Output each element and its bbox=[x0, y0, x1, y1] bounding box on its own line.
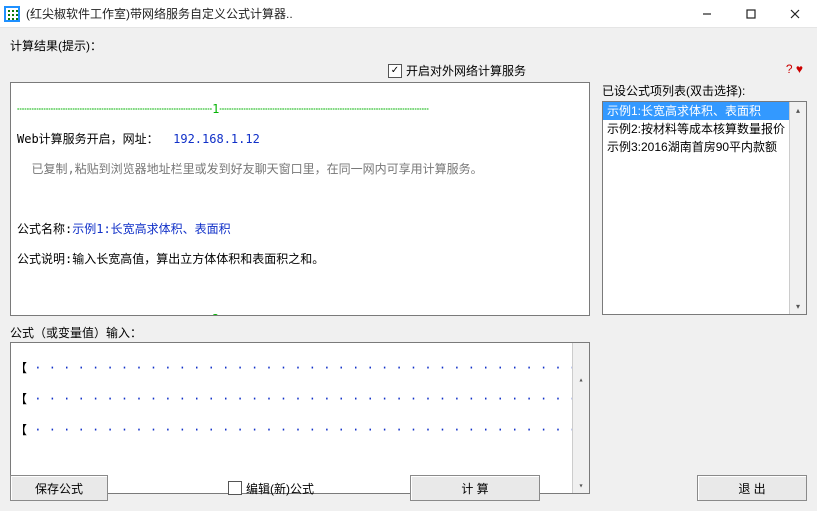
close-button[interactable] bbox=[773, 0, 817, 28]
results-section-label: 计算结果(提示)： bbox=[10, 37, 102, 54]
edit-new-formula-checkbox[interactable]: 编辑(新)公式 bbox=[228, 480, 314, 497]
list-item[interactable]: 示例1:长宽高求体积、表面积 bbox=[603, 102, 806, 120]
results-panel: ┄┄┄┄┄┄┄┄┄┄┄┄┄┄┄┄┄┄┄┄┄┄┄┄┄┄┄1┄┄┄┄┄┄┄┄┄┄┄┄… bbox=[10, 82, 590, 316]
minimize-button[interactable] bbox=[685, 0, 729, 28]
input-row: 【 · · · · · · · · · · · · · · · · · · · … bbox=[15, 421, 585, 438]
formula-list-label: 已设公式项列表(双击选择): bbox=[602, 82, 807, 99]
input-row: 【 · · · · · · · · · · · · · · · · · · · … bbox=[15, 359, 585, 376]
formula-input[interactable]: 【 · · · · · · · · · · · · · · · · · · · … bbox=[10, 342, 590, 494]
blank-line bbox=[17, 191, 583, 207]
help-indicator[interactable]: ? ♥ bbox=[786, 62, 803, 76]
input-scrollbar[interactable]: ▴ ▾ bbox=[572, 343, 589, 493]
window-title: (红尖椒软件工作室)带网络服务自定义公式计算器.. bbox=[26, 5, 685, 22]
network-checkbox-label: 开启对外网络计算服务 bbox=[406, 62, 526, 79]
formula-name-line: 公式名称:示例1:长宽高求体积、表面积 bbox=[17, 221, 583, 237]
button-bar: 保存公式 编辑(新)公式 计 算 退 出 bbox=[10, 473, 807, 503]
divider-1: ┄┄┄┄┄┄┄┄┄┄┄┄┄┄┄┄┄┄┄┄┄┄┄┄┄┄┄1┄┄┄┄┄┄┄┄┄┄┄┄… bbox=[17, 101, 583, 117]
list-item[interactable]: 示例3:2016湖南首房90平内款额 bbox=[603, 138, 806, 156]
listbox-scrollbar[interactable]: ▴ ▾ bbox=[789, 102, 806, 314]
input-row: 【 · · · · · · · · · · · · · · · · · · · … bbox=[15, 390, 585, 407]
checkbox-icon: ✓ bbox=[388, 64, 402, 78]
scroll-down-icon[interactable]: ▾ bbox=[790, 298, 806, 314]
edit-new-label: 编辑(新)公式 bbox=[246, 480, 314, 497]
maximize-button[interactable] bbox=[729, 0, 773, 28]
exit-button[interactable]: 退 出 bbox=[697, 475, 807, 501]
web-service-line: Web计算服务开启，网址： 192.168.1.12 bbox=[17, 131, 583, 147]
checkbox-icon bbox=[228, 481, 242, 495]
list-item[interactable]: 示例2:按材料等成本核算数量报价 bbox=[603, 120, 806, 138]
formula-input-label: 公式（或变量值）输入： bbox=[10, 324, 142, 341]
copied-hint-line: 已复制,粘贴到浏览器地址栏里或发到好友聊天窗口里，在同一网内可享用计算服务。 bbox=[17, 161, 583, 177]
calculate-button[interactable]: 计 算 bbox=[410, 475, 540, 501]
network-service-checkbox[interactable]: ✓ 开启对外网络计算服务 bbox=[388, 62, 526, 79]
scroll-up-icon[interactable]: ▴ bbox=[573, 371, 589, 387]
app-icon bbox=[4, 6, 20, 22]
formula-listbox[interactable]: 示例1:长宽高求体积、表面积 示例2:按材料等成本核算数量报价 示例3:2016… bbox=[602, 101, 807, 315]
save-formula-button[interactable]: 保存公式 bbox=[10, 475, 108, 501]
window-controls bbox=[685, 0, 817, 27]
scroll-up-icon[interactable]: ▴ bbox=[790, 102, 806, 118]
blank-line-2 bbox=[17, 281, 583, 297]
formula-desc-line: 公式说明:输入长宽高值，算出立方体体积和表面积之和。 bbox=[17, 251, 583, 267]
divider-2: ┄┄┄┄┄┄┄┄┄┄┄┄┄┄┄┄┄┄┄┄┄┄┄┄┄┄┄2┄┄┄┄┄┄┄┄┄┄┄┄… bbox=[17, 311, 583, 316]
title-bar: (红尖椒软件工作室)带网络服务自定义公式计算器.. bbox=[0, 0, 817, 28]
